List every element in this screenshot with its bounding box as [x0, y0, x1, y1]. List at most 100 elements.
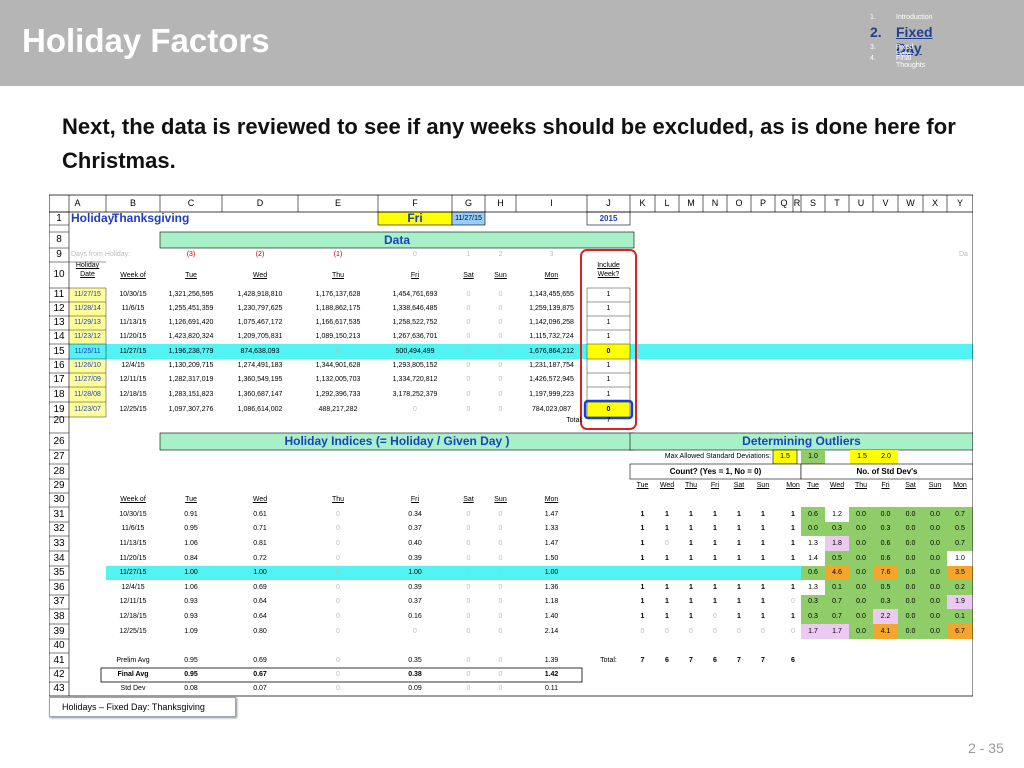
index-value: 0 — [498, 569, 503, 576]
row-number: 39 — [53, 626, 65, 637]
summary-value: 0 — [336, 685, 340, 692]
index-value: 0.95 — [184, 525, 198, 532]
count-flag: 1 — [689, 525, 693, 532]
include-flag: 1 — [606, 376, 611, 383]
count-total: 7 — [737, 657, 741, 664]
week-of: 12/25/15 — [119, 628, 147, 635]
index-value: 0.40 — [408, 540, 422, 547]
summary-value: 0 — [466, 671, 471, 678]
std-dev-value: 0.0 — [905, 555, 916, 562]
row-number: 17 — [53, 374, 65, 385]
std-dev-value: 0.0 — [905, 525, 916, 532]
total-value: 7 — [606, 417, 611, 424]
std-dev-value: 0.0 — [930, 511, 940, 518]
col-letter: R — [793, 198, 801, 208]
count-flag: 1 — [761, 584, 765, 591]
count-flag: 1 — [689, 511, 693, 518]
std-dev-value: 0.6 — [880, 540, 891, 547]
data-value: 0 — [498, 362, 503, 369]
count-total: 6 — [791, 657, 795, 664]
std-dev-value: 0.0 — [930, 555, 940, 562]
row-number: 31 — [53, 509, 65, 520]
std-day-header: Mon — [953, 482, 967, 489]
index-value: 0 — [498, 598, 503, 605]
data-value: 0 — [498, 376, 503, 383]
days-from-holiday: 2 — [498, 251, 503, 258]
holiday-date: 11/28/08 — [74, 391, 101, 398]
index-value: 1.09 — [184, 628, 198, 635]
row-number: 33 — [53, 538, 65, 549]
col-letter: T — [834, 198, 840, 208]
col-letter: W — [906, 198, 915, 208]
index-value: 0 — [413, 628, 417, 635]
data-value: 0 — [336, 348, 340, 355]
std-dev-value: 0.7 — [955, 511, 965, 518]
count-flag: 1 — [737, 511, 741, 518]
holiday-date: 11/27/09 — [74, 376, 101, 383]
max-std-value: 1.5 — [857, 453, 867, 460]
std-dev-value: 0.3 — [808, 613, 818, 620]
col-letter: S — [809, 198, 816, 208]
std-dev-value: 0.5 — [880, 584, 891, 591]
days-from-holiday: 1 — [466, 251, 471, 258]
data-value: 1,360,549,195 — [237, 376, 283, 383]
count-day-header: Fri — [710, 482, 720, 489]
std-dev-value: 1.7 — [832, 628, 842, 635]
index-value: 1.06 — [184, 584, 198, 591]
std-day-header: Wed — [829, 482, 845, 489]
count-flag: 1 — [665, 584, 669, 591]
count-flag: 1 — [737, 584, 741, 591]
data-value: 0 — [466, 305, 471, 312]
day-header: Tue — [185, 272, 197, 279]
count-flag: 1 — [640, 540, 645, 547]
index-value: 0 — [466, 569, 471, 576]
std-dev-value: 0.0 — [930, 628, 940, 635]
count-flag: 0 — [713, 628, 717, 635]
day-header: Thu — [331, 496, 345, 503]
std-dev-value: 0.0 — [930, 584, 940, 591]
std-dev-value: 0.7 — [832, 598, 842, 605]
week-of: 12/4/15 — [121, 362, 145, 369]
index-value: 0 — [336, 569, 340, 576]
col-letter: D — [256, 198, 264, 208]
count-flag: 1 — [640, 555, 645, 562]
col-letter: H — [497, 198, 504, 208]
std-dev-value: 0.0 — [905, 511, 916, 518]
count-total: 7 — [689, 657, 693, 664]
row-number: 12 — [53, 303, 65, 314]
index-value: 0.71 — [253, 525, 267, 532]
count-flag: 1 — [640, 598, 645, 605]
summary-value: 0.69 — [253, 657, 267, 664]
row-number: 42 — [53, 669, 65, 680]
summary-value: 0 — [498, 657, 503, 664]
std-dev-label: No. of Std Dev's — [856, 467, 918, 476]
page-number: 2 - 35 — [968, 740, 1004, 756]
count-flag: 1 — [665, 511, 669, 518]
col-letter: B — [129, 198, 136, 208]
std-dev-value: 0.7 — [832, 613, 842, 620]
data-value: 1,197,999,223 — [529, 391, 574, 398]
index-value: 0.16 — [408, 613, 422, 620]
holiday-date-header: Holiday Date — [75, 262, 100, 278]
std-day-header: Fri — [881, 482, 890, 489]
row-number: 19 — [53, 404, 65, 415]
data-value: 1,423,820,324 — [168, 333, 214, 340]
std-dev-value: 0.0 — [856, 598, 866, 605]
std-dev-value: 0.0 — [856, 628, 866, 635]
outliers-label: Determining Outliers — [742, 434, 861, 448]
holiday-year: 2015 — [599, 214, 618, 223]
sheet-tab[interactable]: Holidays – Fixed Day: Thanksgiving — [49, 697, 236, 717]
std-day-header: Sat — [905, 482, 916, 489]
std-dev-value: 0.0 — [808, 525, 818, 532]
week-of: 12/25/15 — [119, 406, 147, 413]
data-value: 1,334,720,812 — [392, 376, 438, 383]
count-flag: 0 — [689, 628, 693, 635]
week-of: 12/11/15 — [119, 376, 147, 383]
index-value: 0 — [466, 555, 471, 562]
data-value: 1,426,572,945 — [529, 376, 574, 383]
count-flag — [751, 566, 775, 580]
count-day-header: Tue — [636, 482, 649, 489]
data-value: 0 — [498, 391, 503, 398]
data-value: 1,089,150,213 — [315, 333, 361, 340]
count-total: 7 — [761, 657, 765, 664]
